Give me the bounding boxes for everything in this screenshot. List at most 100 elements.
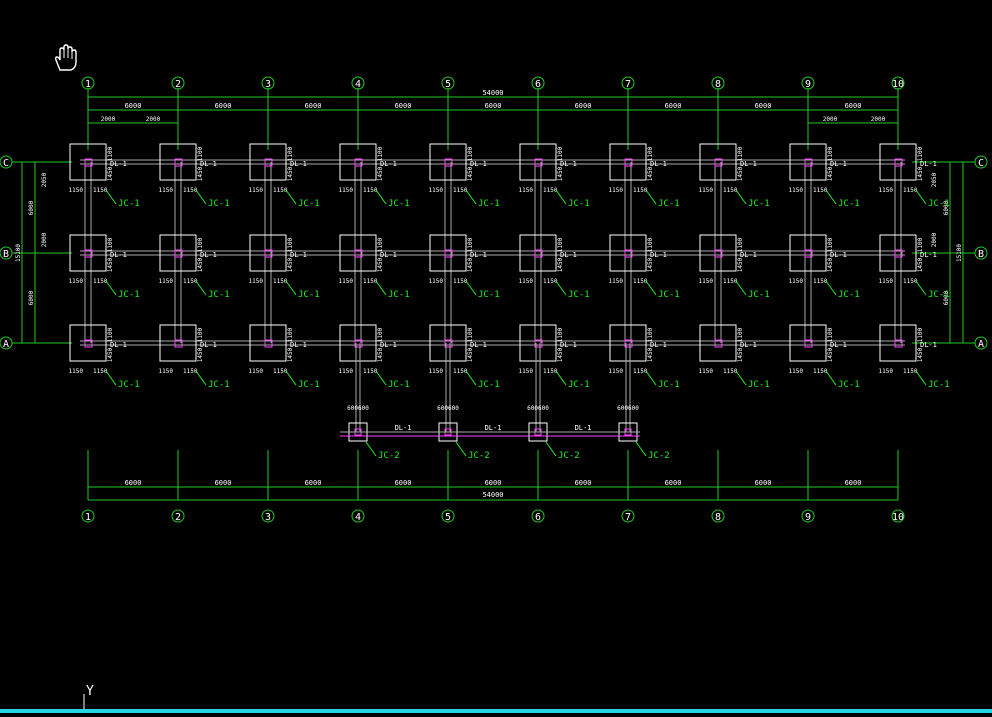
cad-drawing-viewport[interactable]: 1 1 2 2 3 3 4 4 5 5 6 6 7 7 8 8 9 9 10 10 C C B B A A 54000 6000 600… — [0, 0, 992, 713]
pan-hand-icon — [54, 44, 77, 71]
dimension-text-bay: 6000 — [845, 102, 862, 110]
footing-dim: 1150 — [543, 368, 558, 375]
footing-label-ext: JC-2 — [378, 451, 400, 461]
dimension-text-bay: 6000 — [215, 102, 232, 110]
axis-number-label: 7 — [625, 79, 631, 90]
footing-dim-vert: 1100 — [917, 327, 924, 342]
footing-dim: 1150 — [699, 368, 714, 375]
footing-dim: 1150 — [609, 368, 624, 375]
footing-dim-vert: 1450 — [197, 166, 204, 181]
axis-number-label: 1 — [85, 512, 91, 523]
footing-dim-vert: 1100 — [197, 237, 204, 252]
footing-dim-vert: 1450 — [197, 257, 204, 272]
footing-dim: 1150 — [453, 187, 468, 194]
footing-dim: 1150 — [93, 187, 108, 194]
footing-dim: 1150 — [789, 187, 804, 194]
footing-jc1 — [609, 324, 647, 362]
footing-label: JC-1 — [658, 199, 680, 209]
axis-number-label: 8 — [715, 79, 721, 90]
leader-line — [285, 280, 297, 296]
footing-dim-vert: 1450 — [107, 166, 114, 181]
axis-number-label: 10 — [892, 79, 904, 90]
footing-dim-vert: 1450 — [197, 347, 204, 362]
footing-dim-vert: 1450 — [827, 166, 834, 181]
dimension-text-bay: 6000 — [395, 102, 412, 110]
footing-dim: 1150 — [363, 368, 378, 375]
footing-dim: 1150 — [633, 187, 648, 194]
leader-line — [915, 280, 927, 296]
leader-line — [465, 280, 477, 296]
footing-dim-vert: 1100 — [287, 327, 294, 342]
axis-number-label: 6 — [535, 512, 541, 523]
footing-dim: 1150 — [339, 187, 354, 194]
axis-number-label: 10 — [892, 512, 904, 523]
footing-dim-vert: 1450 — [107, 347, 114, 362]
axis-letter-label: B — [978, 249, 984, 260]
footing-label: JC-1 — [118, 380, 140, 390]
axis-number-label: 2 — [175, 512, 181, 523]
footing-dim: 1150 — [879, 278, 894, 285]
axis-number-label: 7 — [625, 512, 631, 523]
footing-dim: 1150 — [699, 187, 714, 194]
leader-line — [555, 189, 567, 205]
leader-line — [465, 370, 477, 386]
footing-dim: 1150 — [453, 278, 468, 285]
leader-line — [545, 441, 557, 457]
footing-dim-vert: 1450 — [467, 257, 474, 272]
leader-line — [645, 370, 657, 386]
axis-number-label: 8 — [715, 512, 721, 523]
dimension-text-bay: 6000 — [125, 102, 142, 110]
dimension-text-sub-vert: 2050 — [931, 172, 938, 187]
footing-dim-vert: 1450 — [557, 166, 564, 181]
footing-dim: 1150 — [339, 368, 354, 375]
dimension-text-bay: 6000 — [485, 102, 502, 110]
footing-dim: 1150 — [723, 187, 738, 194]
footing-dim-vert: 1450 — [647, 166, 654, 181]
footing-dim: 1150 — [813, 187, 828, 194]
leader-line — [825, 370, 837, 386]
footing-dim-vert: 1100 — [737, 237, 744, 252]
footing-dim-vert: 1100 — [737, 327, 744, 342]
footing-dim: 1150 — [159, 278, 174, 285]
footing-label-ext: JC-2 — [648, 451, 670, 461]
leader-line — [825, 189, 837, 205]
footing-dim: 1150 — [519, 368, 534, 375]
footing-dim: 1150 — [903, 368, 918, 375]
axis-number-label: 2 — [175, 79, 181, 90]
footing-dim: 1150 — [519, 278, 534, 285]
axis-number-label: 4 — [355, 512, 361, 523]
footing-dim: 1150 — [93, 278, 108, 285]
leader-line — [555, 370, 567, 386]
footing-label: JC-1 — [928, 199, 950, 209]
footing-dim: 600600 — [437, 405, 459, 412]
dimension-text-depth: 15100 — [15, 244, 22, 262]
leader-line — [455, 441, 467, 457]
footing-dim-vert: 1450 — [647, 347, 654, 362]
axis-letter-label: C — [978, 158, 984, 169]
footing-dim: 1150 — [69, 278, 84, 285]
axis-number-label: 1 — [85, 79, 91, 90]
footing-dim-vert: 1450 — [827, 347, 834, 362]
dimension-text-sub-vert: 2000 — [41, 232, 48, 247]
footing-jc1 — [249, 324, 287, 362]
dimension-text-bay: 6000 — [215, 479, 232, 487]
foundation-plan-drawing[interactable]: 1 1 2 2 3 3 4 4 5 5 6 6 7 7 8 8 9 9 10 10 C C B B A A 54000 6000 600… — [0, 0, 992, 713]
footing-dim-vert: 1450 — [557, 257, 564, 272]
footing-label: JC-1 — [748, 199, 770, 209]
footing-dim: 1150 — [609, 187, 624, 194]
footing-jc1 — [429, 324, 467, 362]
leader-line — [285, 370, 297, 386]
leader-line — [645, 189, 657, 205]
dimension-text-bay: 6000 — [395, 479, 412, 487]
leader-line — [735, 280, 747, 296]
axis-letter-label: A — [3, 339, 9, 350]
footing-dim-vert: 1450 — [107, 257, 114, 272]
status-bar-strip — [0, 709, 992, 713]
footing-dim-vert: 1100 — [557, 327, 564, 342]
footing-dim: 1150 — [789, 368, 804, 375]
footing-dim-vert: 1450 — [377, 257, 384, 272]
leader-line — [375, 370, 387, 386]
dimension-text-bay: 6000 — [845, 479, 862, 487]
footing-label-ext: JC-2 — [558, 451, 580, 461]
dimension-text-sub-vert: 2000 — [931, 232, 938, 247]
